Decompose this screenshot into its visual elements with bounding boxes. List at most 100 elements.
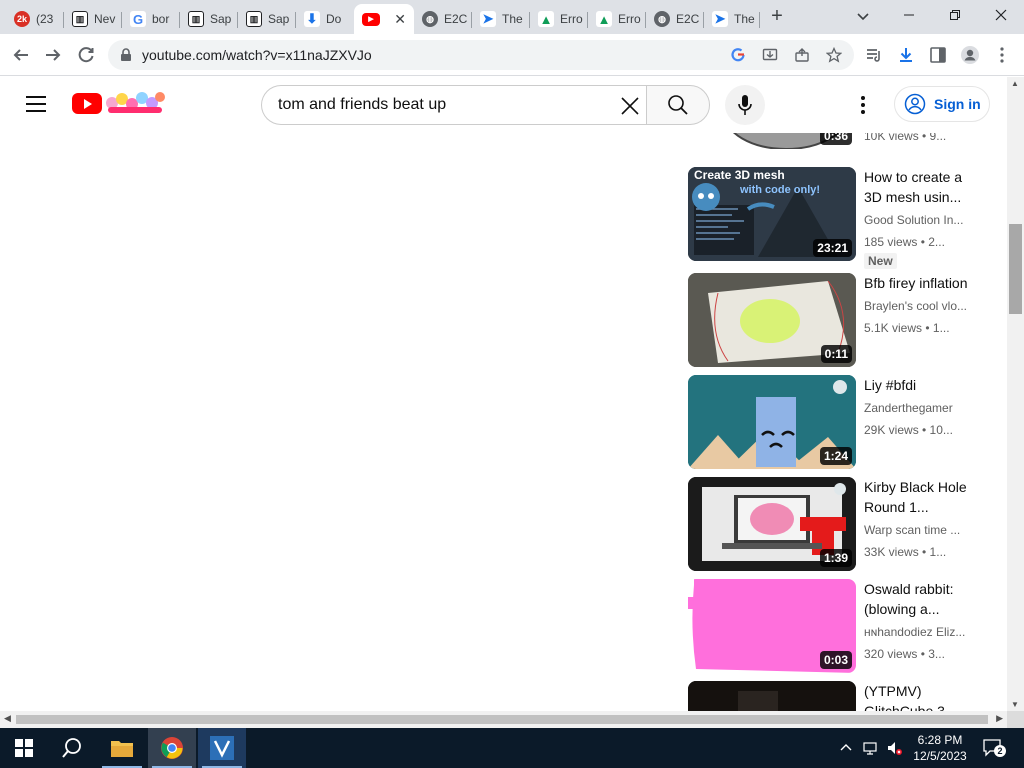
related-video-card[interactable]: 0:03 Oswald rabbit: (blowing a... ʜɴhand… [688,579,988,675]
browser-tab[interactable]: ▥ Sap [180,4,238,34]
video-thumbnail[interactable]: 0:03 [688,579,856,673]
search-button[interactable] [646,85,710,125]
related-video-card[interactable]: 0:11 Bfb firey inflation Braylen's cool … [688,273,988,369]
browser-tab[interactable]: ⬇ Do [296,4,354,34]
reload-icon [78,47,94,63]
youtube-logo[interactable] [72,93,102,114]
video-title[interactable]: Kirby Black Hole Round 1... [864,477,976,517]
video-title[interactable]: Bfb firey inflation [864,273,976,293]
browser-tab[interactable]: 2k (23 [6,4,64,34]
minimize-button[interactable] [886,0,932,30]
related-video-card[interactable]: 1:24 Liy #bfdi Zanderthegamer 29K views … [688,375,988,471]
system-clock[interactable]: 6:28 PM 12/5/2023 [908,732,972,764]
chevron-down-icon[interactable] [853,6,873,26]
chrome-menu-icon[interactable] [992,45,1012,65]
scroll-left-icon[interactable]: ◀ [4,713,11,724]
app-taskbar-button[interactable] [198,728,246,768]
arrow-left-icon [13,49,28,61]
museum-icon: ▥ [72,11,88,27]
thumbnail-title-text: Create 3D mesh [694,168,785,182]
volume-muted-icon[interactable] [886,740,902,756]
youtube-doodle-logo[interactable] [104,89,166,117]
swirl-icon: ➤ [480,11,496,27]
address-bar[interactable]: youtube.com/watch?v=x11naJZXVJo [108,40,854,70]
file-explorer-button[interactable] [98,728,146,768]
browser-tab[interactable]: G bor [122,4,180,34]
browser-tab-active[interactable]: ▶ ✕ [354,4,414,34]
watch-page-content: 0:36 10K views • 9... Create 3D mesh wit… [0,133,1007,711]
restore-button[interactable] [932,0,978,30]
related-video-card[interactable]: (YTPMV) GlitchCube 3... [688,681,988,711]
browser-tab[interactable]: ➤ The [472,4,530,34]
voice-search-button[interactable] [725,85,765,125]
thumbnail-art [688,681,856,711]
browser-tab[interactable]: ▲ Erro [588,4,646,34]
video-thumbnail[interactable] [688,681,856,711]
browser-tab[interactable]: ◍ E2C [646,4,704,34]
back-button[interactable] [8,42,34,68]
notification-center-button[interactable]: 2 [982,738,1006,758]
network-icon[interactable] [862,740,878,756]
hamburger-menu-icon[interactable] [26,96,46,117]
video-duration: 0:11 [820,345,852,363]
forward-button[interactable] [40,42,66,68]
horizontal-scrollbar-thumb[interactable] [16,715,988,724]
browser-tab[interactable]: ◍ E2C [414,4,472,34]
scroll-down-icon[interactable]: ▼ [1011,700,1019,709]
lock-icon[interactable] [120,48,132,62]
search-icon [668,95,688,115]
video-views: 33K views • 1... [864,545,947,559]
browser-tab[interactable]: ▲ Erro [530,4,588,34]
video-thumbnail[interactable]: 1:24 [688,375,856,469]
close-tab-icon[interactable]: ✕ [394,11,406,28]
scroll-right-icon[interactable]: ▶ [996,713,1003,724]
browser-tab[interactable]: ➤ The [704,4,760,34]
clear-search-icon[interactable] [619,95,641,117]
video-title[interactable]: Oswald rabbit: (blowing a... [864,579,976,619]
search-icon [62,738,81,758]
related-video-card[interactable]: Create 3D mesh with code only! 23:21 How… [688,167,988,269]
browser-tab[interactable]: ▥ Nev [64,4,122,34]
close-window-button[interactable] [978,0,1024,30]
install-app-icon[interactable] [762,47,778,63]
taskbar-search-button[interactable] [48,728,96,768]
new-tab-button[interactable]: + [766,5,788,27]
channel-name[interactable]: Good Solution In... [864,213,976,227]
settings-menu-icon[interactable] [855,95,871,115]
horizontal-scrollbar[interactable]: ◀ ▶ [0,711,1007,728]
channel-name[interactable]: Zanderthegamer [864,401,976,415]
profile-avatar[interactable] [960,45,980,65]
video-thumbnail[interactable]: 0:11 [688,273,856,367]
video-title[interactable]: How to create a 3D mesh usin... [864,167,976,207]
scroll-up-icon[interactable]: ▲ [1011,79,1019,88]
url-text[interactable]: youtube.com/watch?v=x11naJZXVJo [142,47,372,63]
scrollbar-thumb[interactable] [1009,224,1022,314]
vertical-scrollbar[interactable]: ▲ ▼ [1007,77,1024,711]
video-title[interactable]: (YTPMV) GlitchCube 3... [864,681,976,711]
download-icon[interactable] [896,45,916,65]
media-queue-icon[interactable] [864,45,884,65]
star-icon[interactable] [826,47,842,63]
account-icon [904,93,926,115]
related-video-card[interactable]: 0:36 10K views • 9... [688,133,988,151]
video-thumbnail[interactable]: 0:36 [688,133,856,149]
sign-in-button[interactable]: Sign in [894,86,990,122]
chrome-taskbar-button[interactable] [148,728,196,768]
channel-name[interactable]: ʜɴhandodiez Eliz... [864,625,976,639]
share-icon[interactable] [794,47,810,63]
channel-name[interactable]: Warp scan time ... [864,523,976,537]
browser-tab[interactable]: ▥ Sap [238,4,296,34]
scrollbar-corner [1007,711,1024,728]
side-panel-icon[interactable] [928,45,948,65]
video-thumbnail[interactable]: 1:39 [688,477,856,571]
search-input[interactable]: tom and friends beat up [278,96,446,114]
video-title[interactable]: Liy #bfdi [864,375,976,395]
start-button[interactable] [0,728,48,768]
google-lens-icon[interactable] [730,47,746,63]
related-video-card[interactable]: 1:39 Kirby Black Hole Round 1... Warp sc… [688,477,988,573]
channel-name[interactable]: Braylen's cool vlo... [864,299,976,313]
video-thumbnail[interactable]: Create 3D mesh with code only! 23:21 [688,167,856,261]
search-box[interactable]: tom and friends beat up [261,85,647,125]
reload-button[interactable] [73,42,99,68]
chevron-up-icon[interactable] [838,740,854,756]
